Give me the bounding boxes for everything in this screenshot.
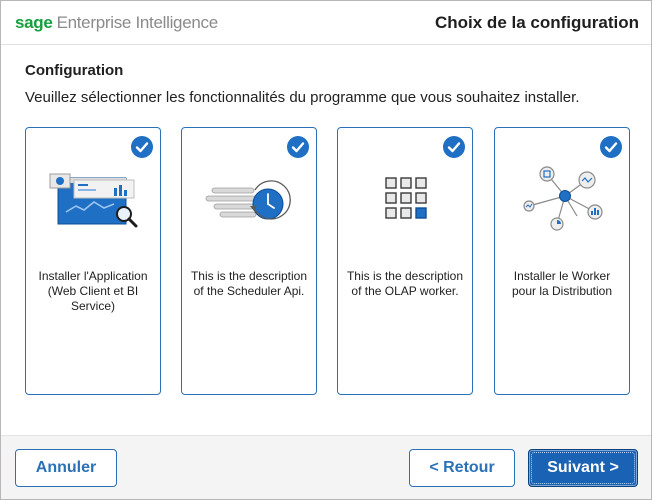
feature-card-scheduler-api[interactable]: This is the description of the Scheduler… bbox=[181, 127, 317, 395]
brand-sage: sage bbox=[15, 13, 53, 32]
web-dashboard-icon bbox=[49, 173, 138, 228]
network-nodes-icon bbox=[523, 166, 603, 231]
instructions-text: Veuillez sélectionner les fonctionnalité… bbox=[25, 89, 580, 106]
feature-description: Installer le Worker pour la Distribution bbox=[511, 269, 613, 298]
brand-logo: sage Enterprise Intelligence bbox=[15, 12, 218, 34]
brand-product: Enterprise Intelligence bbox=[56, 13, 219, 32]
feature-description: This is the description of the OLAP work… bbox=[346, 269, 464, 298]
feature-description: This is the description of the Scheduler… bbox=[190, 269, 308, 298]
section-title: Configuration bbox=[25, 62, 124, 79]
header: sage Enterprise Intelligence Choix de la … bbox=[1, 1, 651, 45]
installer-window: sage Enterprise Intelligence Choix de la … bbox=[0, 0, 652, 500]
next-button[interactable]: Suivant > bbox=[528, 449, 638, 487]
feature-card-olap-worker[interactable]: This is the description of the OLAP work… bbox=[337, 127, 473, 395]
cancel-button[interactable]: Annuler bbox=[15, 449, 117, 487]
feature-description: Installer l'Application (Web Client et B… bbox=[38, 269, 148, 313]
selected-check-icon bbox=[131, 136, 153, 158]
step-title: Choix de la configuration bbox=[434, 13, 639, 32]
selected-check-icon bbox=[287, 136, 309, 158]
selected-check-icon bbox=[443, 136, 465, 158]
feature-card-distribution-worker[interactable]: Installer le Worker pour la Distribution bbox=[494, 127, 630, 395]
selected-check-icon bbox=[600, 136, 622, 158]
scheduler-clock-icon bbox=[205, 180, 291, 220]
footer-bar: Annuler < Retour Suivant > bbox=[1, 435, 651, 499]
focus-ring bbox=[531, 452, 635, 484]
olap-grid-icon bbox=[385, 177, 427, 219]
feature-card-web-application[interactable]: Installer l'Application (Web Client et B… bbox=[25, 127, 161, 395]
back-button[interactable]: < Retour bbox=[409, 449, 515, 487]
